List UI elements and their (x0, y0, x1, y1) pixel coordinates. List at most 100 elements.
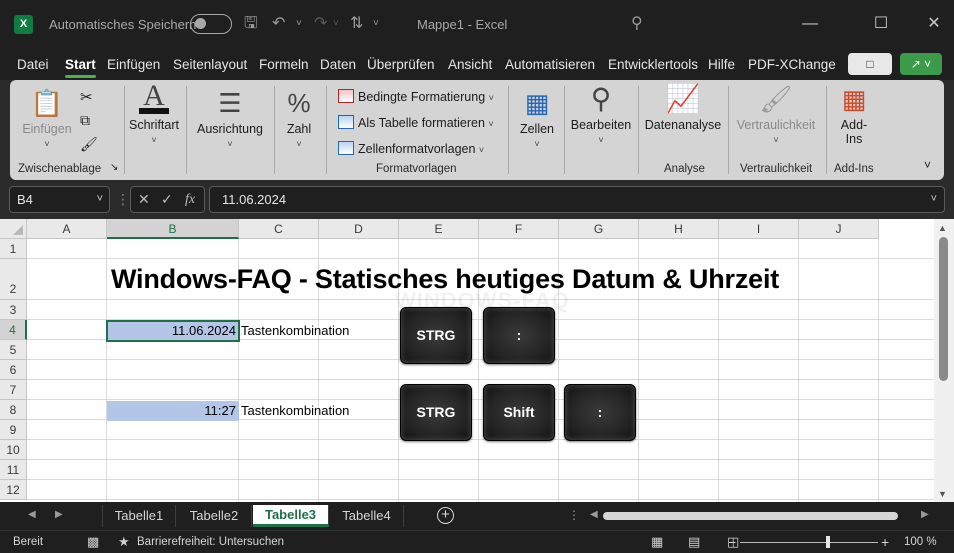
horizontal-scrollbar[interactable] (603, 510, 916, 522)
tab-ansicht[interactable]: Ansicht (448, 57, 492, 72)
label-cell-c8[interactable]: Tastenkombination (241, 403, 349, 418)
row-header-8[interactable]: 8 (0, 400, 27, 420)
time-cell-b8[interactable]: 11:27 (107, 401, 239, 421)
number-button[interactable]: % Zahl ˅ (280, 88, 318, 150)
vertical-scroll-thumb[interactable] (939, 237, 948, 381)
date-cell-b4[interactable]: 11.06.2024 (106, 320, 240, 342)
copy-icon[interactable]: ⧉ (80, 112, 90, 129)
row-header-2[interactable]: 2 (0, 259, 27, 300)
select-all-button[interactable] (0, 219, 27, 239)
tab-start[interactable]: Start (65, 57, 96, 78)
more-icon[interactable]: ⋮ (568, 508, 580, 522)
clipboard-launcher-icon[interactable]: ↘ (110, 162, 118, 173)
key-shift[interactable]: Shift (483, 384, 555, 441)
sheet-tab-tabelle1[interactable]: Tabelle1 (102, 505, 176, 527)
autosave-toggle[interactable] (190, 14, 232, 34)
macro-record-icon[interactable]: ▩ (87, 534, 99, 550)
next-sheet-icon[interactable]: ▶ (55, 509, 63, 520)
sheet-tab-tabelle4[interactable]: Tabelle4 (330, 505, 404, 527)
sort-icon[interactable]: ⇅ (350, 13, 363, 35)
column-header-i[interactable]: I (719, 219, 799, 239)
row-header-9[interactable]: 9 (0, 420, 27, 440)
vertical-scrollbar[interactable]: ▲ ▼ (934, 219, 954, 502)
editing-button[interactable]: ⚲ Bearbeiten ˅ (570, 84, 632, 146)
data-analysis-button[interactable]: 📈 Datenanalyse (644, 84, 722, 133)
zoom-out-icon[interactable]: − (728, 534, 736, 550)
zoom-slider-knob[interactable] (826, 536, 830, 548)
tab-datei[interactable]: Datei (17, 57, 49, 72)
row-header-12[interactable]: 12 (0, 480, 27, 500)
previous-sheet-icon[interactable]: ◀ (28, 509, 36, 520)
minimize-icon[interactable]: — (795, 12, 825, 36)
cell-styles-button[interactable]: Zellenformatvorlagen ˅ (338, 141, 484, 156)
cells-button[interactable]: ▦ Zellen ˅ (514, 88, 560, 150)
scroll-left-icon[interactable]: ◀ (590, 509, 598, 520)
save-icon[interactable]: 🖫 (244, 13, 258, 35)
row-header-10[interactable]: 10 (0, 440, 27, 460)
column-header-a[interactable]: A (27, 219, 107, 239)
key-colon[interactable]: : (483, 307, 555, 364)
zoom-in-icon[interactable]: + (881, 534, 889, 550)
share-button[interactable]: ↗ ˅ (900, 53, 942, 75)
accessibility-status[interactable]: Barrierefreiheit: Untersuchen (137, 536, 284, 548)
column-header-g[interactable]: G (559, 219, 639, 239)
sheet-tab-tabelle2[interactable]: Tabelle2 (177, 505, 252, 527)
tab-daten[interactable]: Daten (320, 57, 356, 72)
conditional-formatting-button[interactable]: Bedingte Formatierung ˅ (338, 89, 494, 104)
zoom-slider[interactable] (740, 542, 878, 543)
ribbon-collapse-icon[interactable]: ˅ (924, 158, 931, 172)
scroll-right-icon[interactable]: ▶ (921, 509, 929, 520)
tab-automatisieren[interactable]: Automatisieren (505, 57, 595, 72)
column-header-d[interactable]: D (319, 219, 399, 239)
row-header-7[interactable]: 7 (0, 380, 27, 400)
row-header-6[interactable]: 6 (0, 360, 27, 380)
tab-pdf-xchange[interactable]: PDF-XChange (748, 57, 836, 72)
formula-input[interactable]: 11.06.2024 ˅ (209, 186, 945, 213)
row-header-1[interactable]: 1 (0, 239, 27, 259)
alignment-button[interactable]: ☰ Ausrichtung ˅ (192, 88, 268, 150)
key-strg[interactable]: STRG (400, 307, 472, 364)
scroll-up-icon[interactable]: ▲ (938, 223, 947, 233)
format-as-table-button[interactable]: Als Tabelle formatieren ˅ (338, 115, 494, 130)
add-ins-button[interactable]: ▦ Add- Ins (832, 84, 876, 146)
accessibility-icon[interactable]: ★ (118, 534, 130, 550)
horizontal-scroll-thumb[interactable] (603, 512, 898, 520)
row-header-3[interactable]: 3 (0, 300, 27, 320)
sheet-title-cell[interactable]: Windows-FAQ - Statisches heutiges Datum … (111, 264, 779, 295)
column-header-e[interactable]: E (399, 219, 479, 239)
comments-button[interactable]: □ (848, 53, 892, 75)
cancel-icon[interactable]: ✕ (138, 187, 150, 212)
cut-icon[interactable]: ✂ (80, 88, 93, 106)
page-layout-view-icon[interactable]: ▤ (688, 534, 700, 550)
row-header-4[interactable]: 4 (0, 320, 27, 340)
tab-ueberpruefen[interactable]: Überprüfen (367, 57, 435, 72)
tab-entwicklertools[interactable]: Entwicklertools (608, 57, 698, 72)
format-painter-icon[interactable]: 🖌 (80, 136, 98, 153)
row-header-5[interactable]: 5 (0, 340, 27, 360)
sensitivity-button[interactable]: 🖌 Vertraulichkeit ˅ (732, 84, 820, 146)
add-sheet-icon[interactable]: + (437, 507, 454, 524)
column-header-c[interactable]: C (239, 219, 319, 239)
zoom-level[interactable]: 100 % (904, 536, 937, 548)
customize-quick-access-icon[interactable]: ˅ (373, 13, 379, 35)
paste-button[interactable]: 📋 Einfügen ˅ (22, 88, 72, 150)
undo-dropdown-icon[interactable]: ˅ (296, 13, 302, 35)
redo-dropdown-icon[interactable]: ˅ (333, 13, 339, 35)
tab-hilfe[interactable]: Hilfe (708, 57, 735, 72)
tab-formeln[interactable]: Formeln (259, 57, 309, 72)
column-header-f[interactable]: F (479, 219, 559, 239)
search-icon[interactable]: ⚲ (631, 13, 643, 35)
undo-icon[interactable]: ↶ (272, 13, 285, 35)
key-strg[interactable]: STRG (400, 384, 472, 441)
scroll-down-icon[interactable]: ▼ (938, 489, 947, 499)
column-header-j[interactable]: J (799, 219, 879, 239)
more-options-icon[interactable]: ⋮ (116, 188, 130, 210)
normal-view-icon[interactable]: ▦ (651, 534, 663, 550)
row-header-11[interactable]: 11 (0, 460, 27, 480)
worksheet-grid[interactable]: ABCDEFGHIJ 1 2 3 4 5 6 7 8 9 10 11 12 WINDOWS-FAQ W… (0, 219, 934, 502)
font-button[interactable]: A Schriftart ˅ (128, 81, 180, 146)
tab-seitenlayout[interactable]: Seitenlayout (173, 57, 247, 72)
column-header-b[interactable]: B (107, 219, 239, 239)
insert-function-icon[interactable]: fx (185, 187, 195, 212)
column-header-h[interactable]: H (639, 219, 719, 239)
